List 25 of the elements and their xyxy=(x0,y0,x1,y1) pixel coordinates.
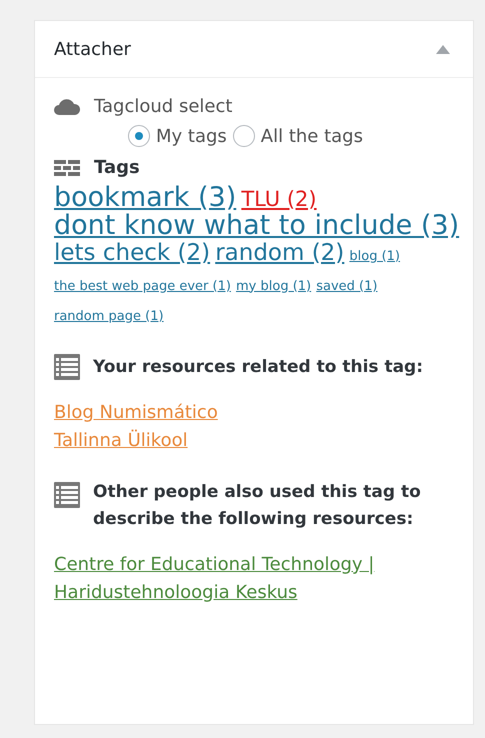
radio-option[interactable]: My tags xyxy=(128,125,227,147)
section-heading: Other people also used this tag to describe the following resources: xyxy=(93,482,421,529)
panel-title: Attacher xyxy=(54,38,131,60)
section-heading: Tags xyxy=(94,157,140,178)
cloud-icon xyxy=(54,98,80,114)
tag-link[interactable]: saved (1) xyxy=(316,278,378,294)
grid-icon xyxy=(54,160,80,176)
section-heading: Your resources related to this tag: xyxy=(93,356,424,379)
list-icon xyxy=(54,354,80,380)
tag-link[interactable]: blog (1) xyxy=(349,248,400,264)
tag-link[interactable]: lets check (2) xyxy=(54,240,210,266)
tag-link[interactable]: TLU (2) xyxy=(241,187,317,211)
tag-link[interactable]: random page (1) xyxy=(54,308,164,324)
section-label: Tagcloud select xyxy=(94,96,232,117)
caret-icon xyxy=(436,44,450,54)
list-icon xyxy=(54,482,80,508)
resource-link[interactable]: Centre for Educational Technology | Haridustehnoloogia Keskus xyxy=(54,551,454,607)
tag-link[interactable]: my blog (1) xyxy=(236,278,312,294)
tag-link[interactable]: random (2) xyxy=(215,240,344,266)
tag-link[interactable]: dont know what to include (3) xyxy=(54,210,460,242)
resource-link[interactable]: Tallinna Ülikool xyxy=(54,426,188,455)
resource-link[interactable]: Blog Numismático xyxy=(54,398,218,427)
tag-link[interactable]: the best web page ever (1) xyxy=(54,278,231,294)
tag-link[interactable]: bookmark (3) xyxy=(54,182,236,213)
radio-option[interactable]: All the tags xyxy=(232,125,363,147)
